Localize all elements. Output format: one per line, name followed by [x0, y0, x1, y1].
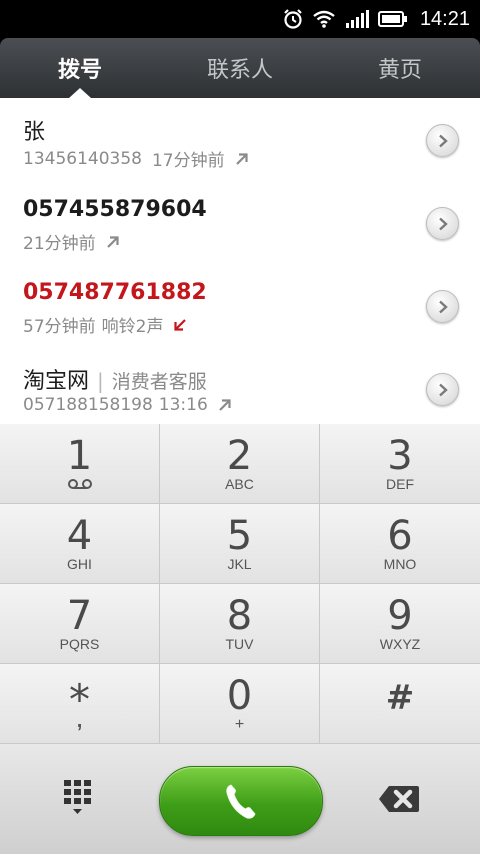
key-digit: 3 [387, 433, 413, 479]
call-log-item[interactable]: 057455879604 21分钟前 [0, 181, 480, 265]
dialer-screen: 14:21 拨号 联系人 黄页 张 13456140358 17分钟前 0574… [0, 0, 480, 854]
chevron-right-icon [438, 217, 448, 230]
key-digit: 6 [387, 513, 413, 559]
ring-count: 响铃2声 [101, 317, 164, 337]
key-2[interactable]: 2 ABC [160, 424, 320, 504]
status-time: 14:21 [419, 7, 470, 30]
key-digit: 1 [66, 433, 93, 479]
name-separator: | [97, 369, 104, 393]
key-digit: 0 [226, 673, 253, 719]
contact-name: 张 [23, 120, 46, 145]
phone-number: 13456140358 [23, 148, 142, 169]
backspace-button[interactable] [377, 784, 421, 814]
key-4[interactable]: 4 GHI [0, 504, 160, 584]
key-letters: DEF [386, 476, 414, 492]
key-letters: PQRS [59, 636, 100, 652]
chevron-right-icon [438, 134, 448, 147]
phone-icon [226, 784, 256, 819]
call-time: 13:16 [158, 395, 208, 415]
call-detail: 057188158198 13:16 [23, 395, 232, 415]
key-1[interactable]: 1 [0, 424, 160, 504]
contact-name: 057487761882 [23, 280, 207, 305]
contact-name-row: 淘宝网 | 消费者客服 [23, 363, 207, 395]
key-letters: WXYZ [379, 636, 421, 652]
key-letters: GHI [67, 556, 92, 572]
status-icons: 14:21 [282, 0, 470, 38]
key-5[interactable]: 5 JKL [160, 504, 320, 584]
chevron-right-icon [438, 300, 448, 313]
key-hash[interactable]: # [320, 664, 480, 744]
key-letters: ABC [225, 476, 254, 492]
active-tab-indicator [69, 88, 91, 98]
status-bar: 14:21 [0, 0, 480, 38]
dialpad-toggle-button[interactable] [58, 778, 98, 818]
outgoing-call-icon [106, 235, 119, 248]
key-digit: 2 [226, 433, 253, 479]
call-time: 57分钟前 [23, 317, 96, 337]
key-letters: JKL [227, 556, 252, 572]
key-digit: 8 [226, 593, 253, 639]
key-digit: # [385, 678, 415, 718]
phone-number: 057188158198 [23, 395, 153, 415]
call-button[interactable] [159, 766, 323, 836]
call-details-button[interactable] [426, 373, 459, 406]
dial-keypad: 1 2 ABC 3 DEF 4 GHI 5 JKL 6 MNO 7 PQRS 8… [0, 424, 480, 744]
call-detail: 57分钟前 响铃2声 [23, 312, 187, 337]
outgoing-call-icon [235, 152, 248, 165]
tab-bar: 拨号 联系人 黄页 [0, 38, 480, 98]
key-9[interactable]: 9 WXYZ [320, 584, 480, 664]
tab-contacts[interactable]: 联系人 [160, 38, 320, 98]
contact-name: 057455879604 [23, 197, 207, 222]
key-digit: 4 [66, 513, 93, 559]
call-log-list: 张 13456140358 17分钟前 057455879604 21分钟前 0… [0, 98, 480, 424]
key-letters: MNO [383, 556, 417, 572]
call-detail: 21分钟前 [23, 229, 120, 254]
call-log-item[interactable]: 淘宝网 | 消费者客服 057188158198 13:16 [0, 347, 480, 424]
call-detail: 13456140358 17分钟前 [23, 146, 249, 171]
alarm-icon [284, 9, 302, 29]
key-7[interactable]: 7 PQRS [0, 584, 160, 664]
call-details-button[interactable] [426, 207, 459, 240]
key-digit: 9 [387, 593, 413, 639]
call-log-item[interactable]: 张 13456140358 17分钟前 [0, 98, 480, 182]
voicemail-icon [0, 478, 159, 490]
tab-yellow-pages[interactable]: 黄页 [320, 38, 480, 98]
missed-call-icon [174, 318, 187, 331]
outgoing-call-icon [219, 399, 231, 411]
backspace-icon [379, 786, 419, 812]
key-3[interactable]: 3 DEF [320, 424, 480, 504]
key-digit: 7 [66, 593, 93, 639]
dialpad-grid-icon [64, 780, 91, 814]
call-details-button[interactable] [426, 124, 459, 157]
key-letters: + [234, 716, 245, 733]
key-digit: 5 [226, 513, 253, 559]
call-log-item[interactable]: 057487761882 57分钟前 响铃2声 [0, 264, 480, 348]
key-letters: , [76, 710, 83, 732]
dialer-action-bar [0, 744, 480, 854]
wifi-icon [313, 10, 335, 28]
chevron-right-icon [438, 383, 448, 396]
battery-icon [377, 11, 407, 27]
key-letters: TUV [225, 636, 254, 652]
signal-icon [345, 10, 369, 28]
contact-name: 淘宝网 [23, 369, 90, 394]
call-time: 17分钟前 [151, 151, 225, 171]
contact-organization: 消费者客服 [111, 371, 207, 393]
call-time: 21分钟前 [23, 234, 96, 254]
call-details-button[interactable] [426, 290, 459, 323]
key-8[interactable]: 8 TUV [160, 584, 320, 664]
key-6[interactable]: 6 MNO [320, 504, 480, 584]
key-0[interactable]: 0 + [160, 664, 320, 744]
key-star[interactable]: * , [0, 664, 160, 744]
